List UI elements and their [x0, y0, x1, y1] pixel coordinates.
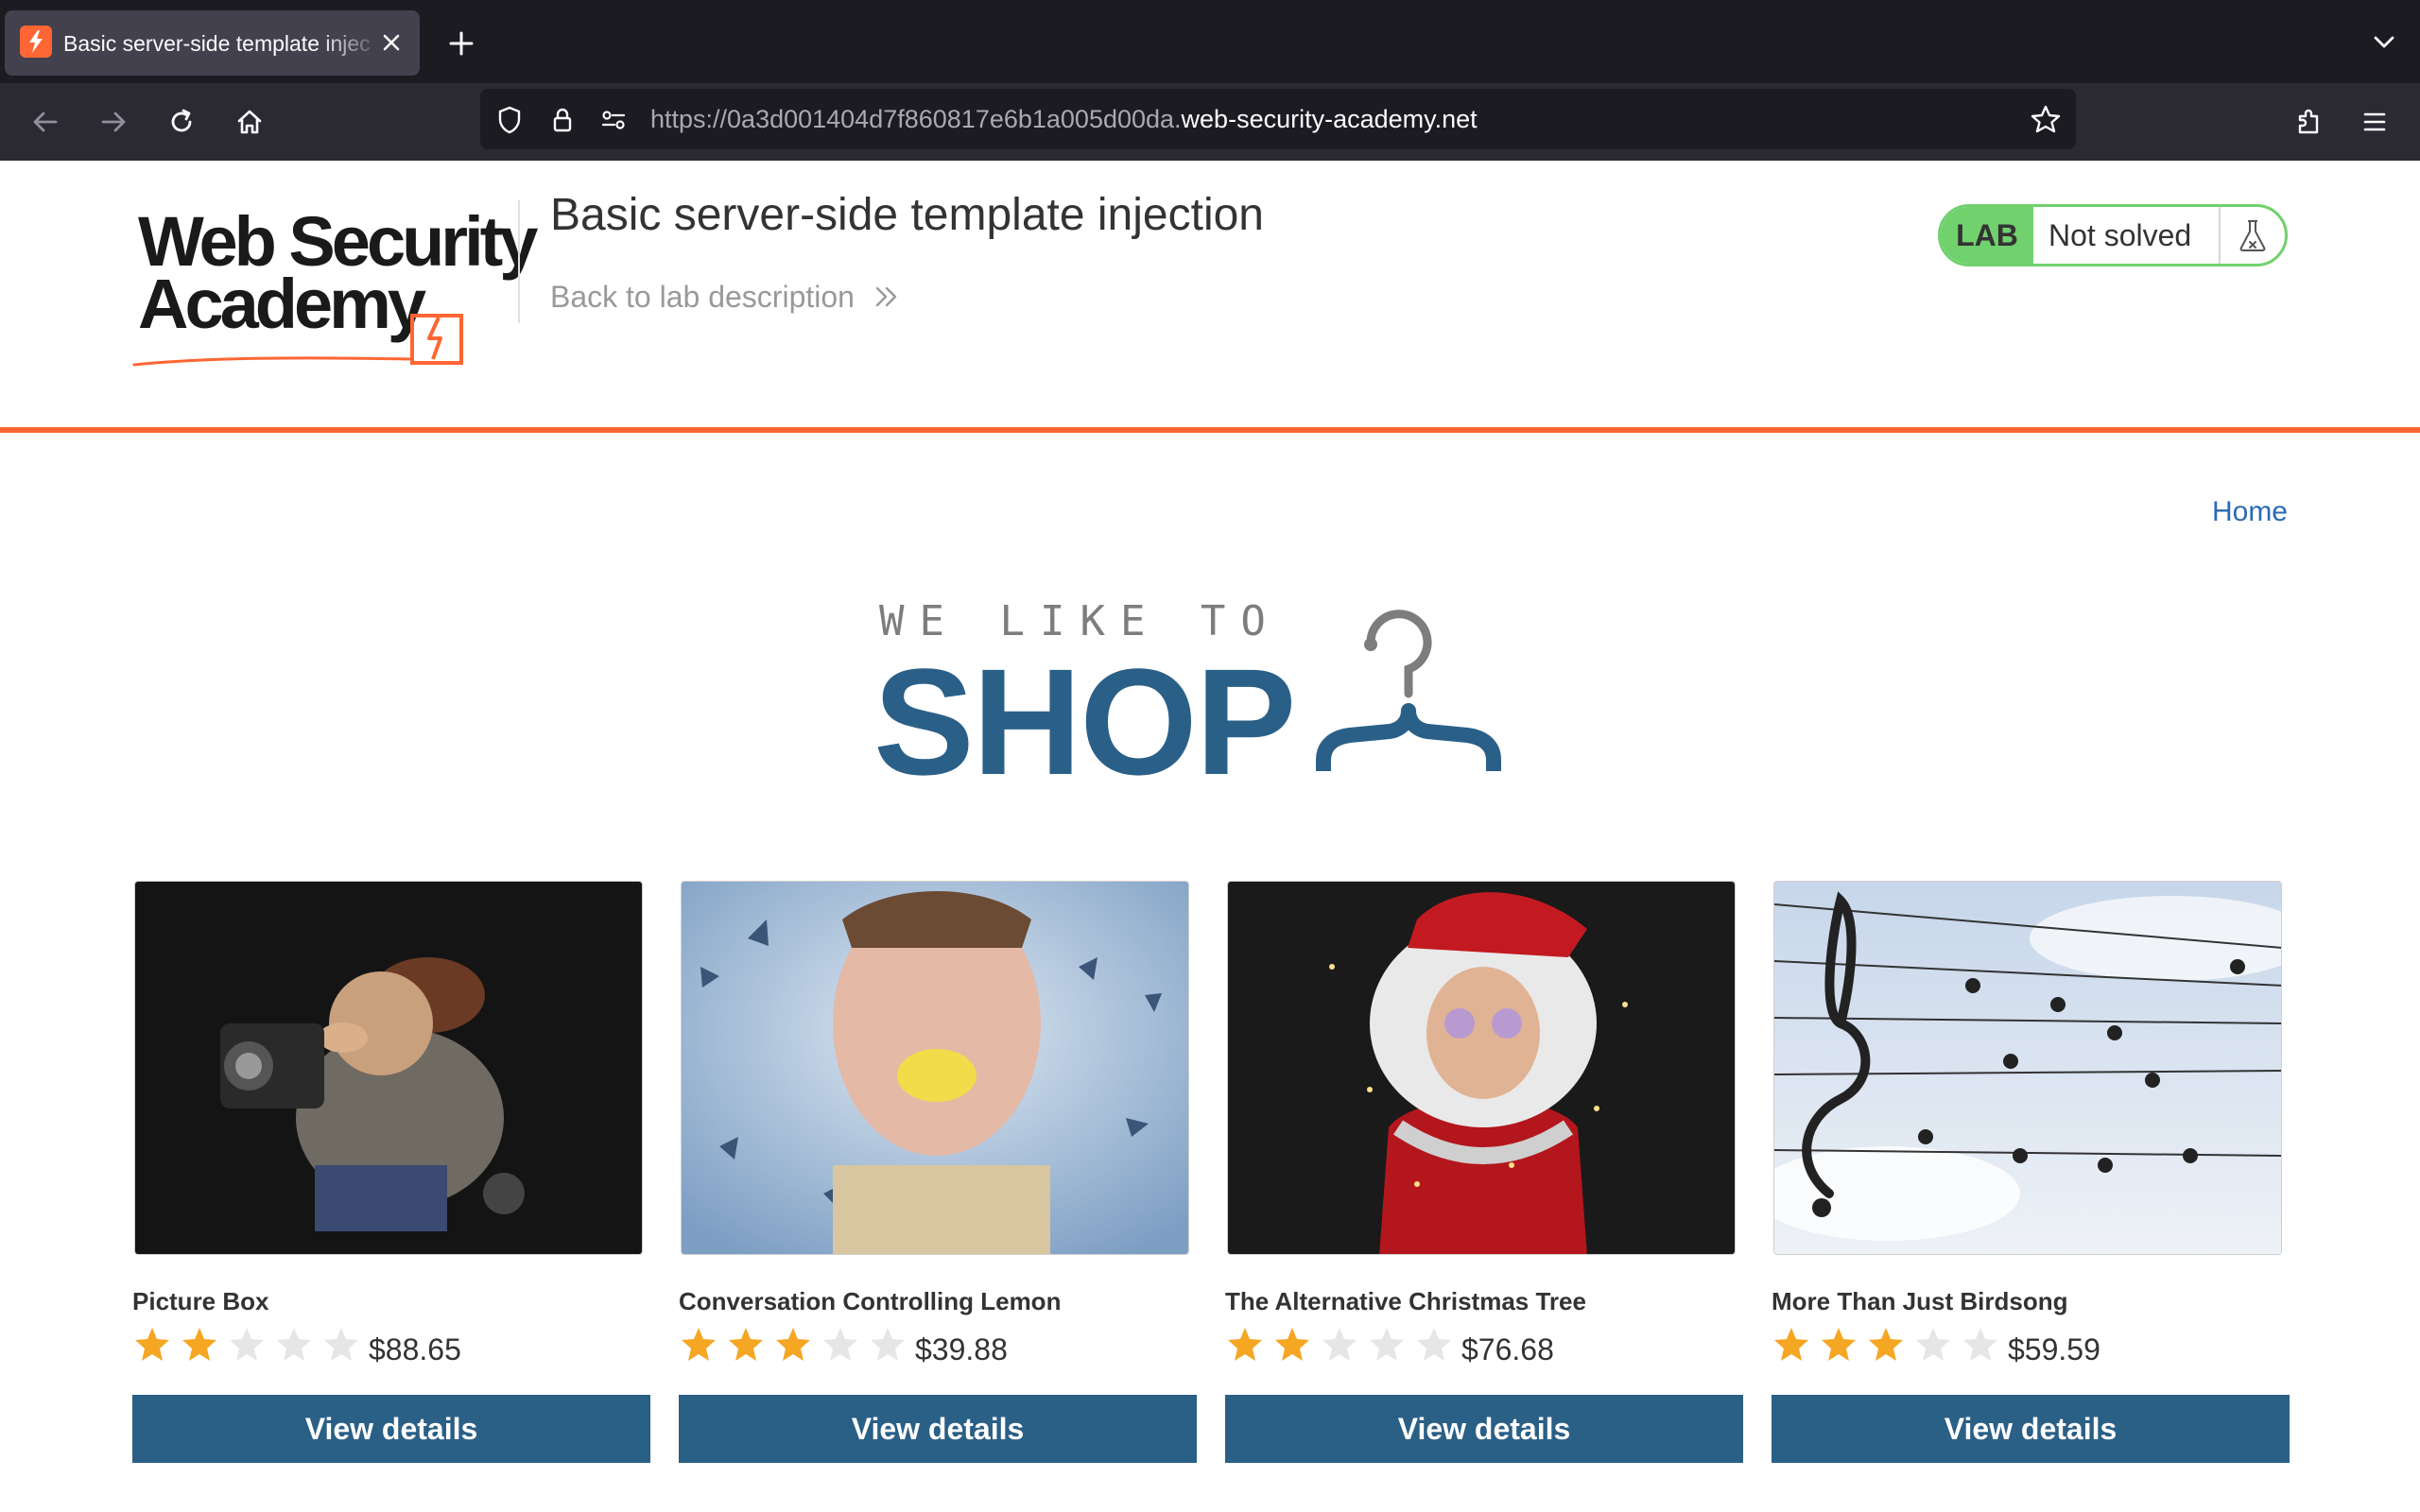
view-details-button[interactable]: View details	[679, 1395, 1197, 1463]
permissions-icon[interactable]	[597, 104, 630, 136]
reload-icon[interactable]	[163, 103, 200, 141]
view-details-button[interactable]: View details	[132, 1395, 650, 1463]
lab-badge-label: LAB	[1941, 207, 2033, 264]
lab-status-badge: LAB Not solved	[1938, 204, 2288, 266]
product-price: $39.88	[915, 1332, 1008, 1366]
close-icon[interactable]	[376, 27, 406, 58]
rating-stars	[1772, 1325, 1998, 1366]
product-price: $76.68	[1461, 1332, 1554, 1366]
badge-divider	[2219, 207, 2221, 264]
view-details-button[interactable]: View details	[1225, 1395, 1743, 1463]
favicon-icon	[20, 26, 52, 58]
new-tab-icon[interactable]	[442, 25, 480, 62]
flask-icon	[2239, 220, 2266, 251]
star-filled-icon	[1275, 1328, 1309, 1361]
star-empty-icon	[1370, 1328, 1404, 1361]
product-image	[1773, 881, 2282, 1255]
star-empty-icon	[1963, 1328, 1997, 1361]
rating-stars	[1225, 1325, 1452, 1366]
product-card: More Than Just Birdsong $59.59 View deta…	[1772, 879, 2290, 1465]
forward-arrow-icon[interactable]	[95, 103, 132, 141]
tab-title: Basic server-side template injec	[63, 31, 371, 56]
bookmark-star-icon[interactable]	[2029, 103, 2063, 137]
home-link[interactable]: Home	[2212, 493, 2288, 531]
product-grid: Picture Box $88.65 View details Conversa…	[132, 879, 2290, 1465]
star-filled-icon	[776, 1328, 810, 1361]
product-card: Conversation Controlling Lemon $39.88 Vi…	[679, 879, 1197, 1465]
product-image	[134, 881, 643, 1255]
product-image	[681, 881, 1189, 1255]
star-empty-icon	[1417, 1328, 1451, 1361]
star-empty-icon	[277, 1328, 311, 1361]
product-card: Picture Box $88.65 View details	[132, 879, 650, 1465]
back-arrow-icon[interactable]	[26, 103, 64, 141]
header-accent-rule	[0, 427, 2420, 433]
product-name: Picture Box	[132, 1287, 269, 1315]
lock-icon[interactable]	[546, 104, 579, 136]
star-empty-icon	[230, 1328, 264, 1361]
menu-icon[interactable]	[2356, 103, 2394, 141]
star-filled-icon	[1869, 1328, 1903, 1361]
url-bar[interactable]: https://0a3d001404d7f860817e6b1a005d00da…	[480, 89, 2076, 149]
star-empty-icon	[823, 1328, 857, 1361]
star-empty-icon	[871, 1328, 905, 1361]
star-empty-icon	[324, 1328, 358, 1361]
lightning-bolt-icon	[410, 314, 463, 365]
web-security-academy-logo[interactable]: Web Security Academy	[130, 198, 538, 369]
product-price: $59.59	[2008, 1332, 2100, 1366]
header-divider	[518, 200, 520, 323]
home-icon[interactable]	[231, 103, 268, 141]
star-filled-icon	[135, 1328, 169, 1361]
star-filled-icon	[682, 1328, 716, 1361]
rating-stars	[679, 1325, 906, 1366]
shop-banner: WE LIKE TO SHOP	[870, 595, 1550, 798]
browser-tab-bar: Basic server-side template injec	[0, 0, 2420, 83]
view-details-button[interactable]: View details	[1772, 1395, 2290, 1463]
lab-header: Web Security Academy Basic server-side t…	[0, 161, 2420, 433]
banner-title: SHOP	[873, 637, 1296, 806]
star-filled-icon	[1774, 1328, 1808, 1361]
star-filled-icon	[729, 1328, 763, 1361]
browser-nav-bar: https://0a3d001404d7f860817e6b1a005d00da…	[0, 83, 2420, 161]
browser-tab[interactable]: Basic server-side template injec	[5, 10, 420, 76]
product-price: $88.65	[369, 1332, 461, 1366]
url-text[interactable]: https://0a3d001404d7f860817e6b1a005d00da…	[650, 102, 1478, 136]
star-filled-icon	[1228, 1328, 1262, 1361]
url-prefix: https://0a3d001404d7f860817e6b1a005d00da…	[650, 105, 1182, 133]
product-image	[1227, 881, 1736, 1255]
extensions-icon[interactable]	[2290, 103, 2327, 141]
back-to-lab-description-link[interactable]: Back to lab description	[550, 276, 855, 318]
star-filled-icon	[182, 1328, 216, 1361]
chevron-down-icon[interactable]	[2369, 26, 2399, 57]
shield-icon[interactable]	[493, 104, 526, 136]
logo-underline	[132, 356, 414, 367]
logo-text-line2: Academy	[138, 265, 426, 343]
rating-stars	[132, 1325, 359, 1366]
url-host: web-security-academy.net	[1181, 105, 1478, 133]
hanger-icon	[1316, 610, 1501, 771]
lab-status-text: Not solved	[2048, 218, 2192, 252]
product-name: More Than Just Birdsong	[1772, 1287, 2068, 1315]
lab-title: Basic server-side template injection	[550, 190, 1264, 240]
product-card: The Alternative Christmas Tree $76.68 Vi…	[1225, 879, 1743, 1465]
product-name: Conversation Controlling Lemon	[679, 1287, 1062, 1315]
star-empty-icon	[1322, 1328, 1357, 1361]
double-chevron-right-icon[interactable]	[872, 282, 902, 312]
star-filled-icon	[1822, 1328, 1856, 1361]
star-empty-icon	[1916, 1328, 1950, 1361]
product-name: The Alternative Christmas Tree	[1225, 1287, 1586, 1315]
